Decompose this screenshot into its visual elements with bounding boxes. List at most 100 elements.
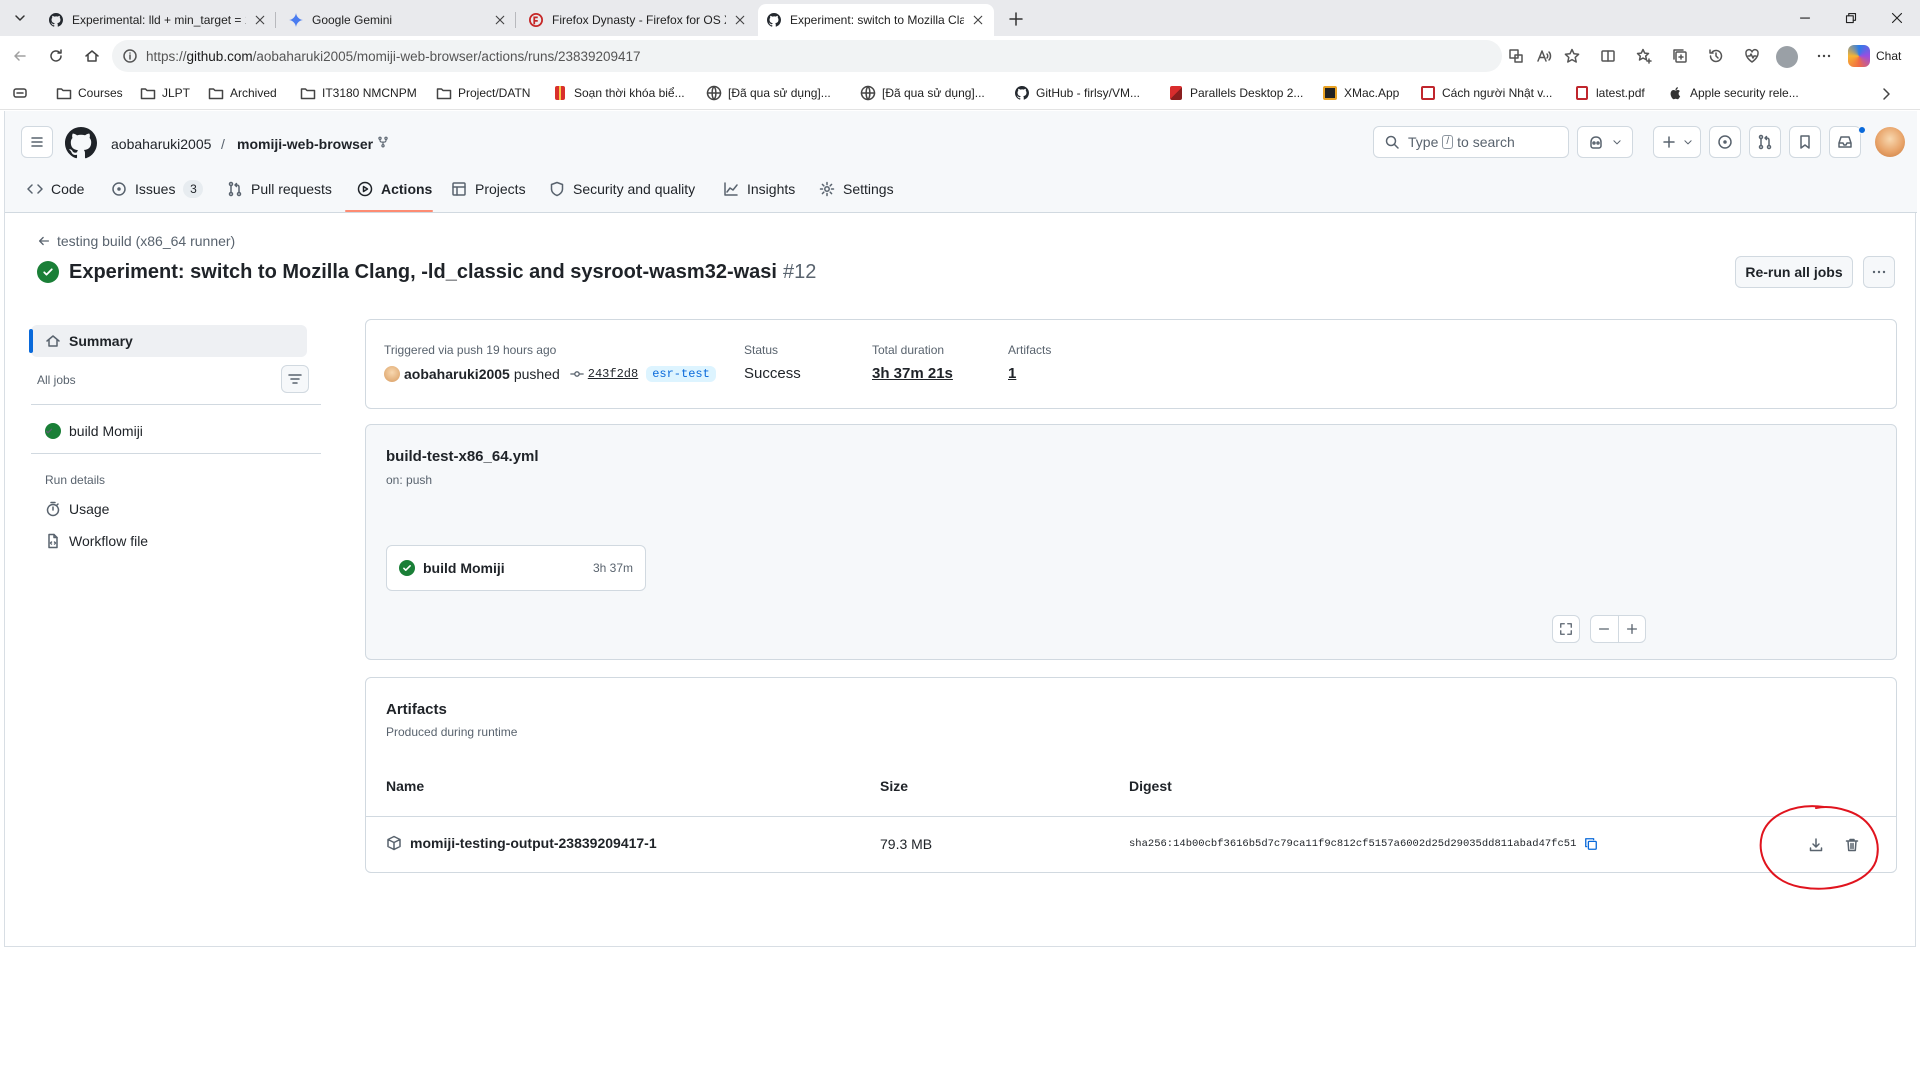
bookmark-link[interactable]: Apple security rele... <box>1668 84 1799 102</box>
commit-sha-link[interactable]: 243f2d8 <box>588 367 638 381</box>
globe-icon <box>706 85 722 101</box>
bookmark-link[interactable]: latest.pdf <box>1574 84 1645 102</box>
copilot-chat-button[interactable]: Chat <box>1848 44 1901 68</box>
favorites-icon[interactable] <box>1632 44 1656 68</box>
bookmark-link[interactable]: GitHub - firlsy/VM... <box>1014 84 1140 102</box>
close-tab-icon[interactable] <box>732 12 748 28</box>
bookmark-red-icon <box>1420 85 1436 101</box>
hamburger-menu-icon[interactable] <box>21 126 53 158</box>
sidebar-usage[interactable]: Usage <box>45 499 109 519</box>
bookmark-link[interactable]: Cách người Nhật v... <box>1420 84 1552 102</box>
bookmark-folder[interactable]: Project/DATN <box>436 84 530 102</box>
job-node-build-momiji[interactable]: build Momiji 3h 37m <box>386 545 646 591</box>
job-node-duration: 3h 37m <box>592 561 633 575</box>
bookmark-link[interactable]: [Đã qua sử dụng]... <box>706 84 831 102</box>
close-tab-icon[interactable] <box>252 12 268 28</box>
copy-icon[interactable] <box>1584 837 1598 851</box>
browser-tab-2[interactable]: Google Gemini <box>280 4 516 36</box>
site-info-icon[interactable] <box>122 48 138 64</box>
search-input[interactable]: Type / to search <box>1373 126 1569 158</box>
address-bar[interactable]: https://github.com/aobaharuki2005/momiji… <box>112 40 1502 72</box>
translate-icon[interactable] <box>1504 44 1528 68</box>
browser-tab-1[interactable]: Experimental: lld + min_target = 1 <box>40 4 276 36</box>
bookmark-label: Soạn thời khóa biể... <box>574 86 685 100</box>
folder-icon <box>208 85 224 101</box>
repo-owner-link[interactable]: aobaharuki2005 <box>111 136 211 152</box>
home-icon[interactable] <box>80 44 104 68</box>
repositories-icon[interactable] <box>1789 126 1821 158</box>
profile-avatar[interactable] <box>1776 46 1798 68</box>
tab-insights[interactable]: Insights <box>723 165 795 213</box>
fullscreen-icon[interactable] <box>1552 615 1580 643</box>
bookmark-folder[interactable]: Courses <box>56 84 123 102</box>
success-check-icon <box>37 261 59 283</box>
success-check-icon <box>45 423 61 439</box>
artifact-name-link[interactable]: momiji-testing-output-23839209417-1 <box>386 835 657 851</box>
filter-icon[interactable] <box>281 365 309 393</box>
bookmarks-menu-icon[interactable] <box>12 84 34 102</box>
bookmarks-overflow-chevron-icon[interactable] <box>1876 84 1896 104</box>
pull-requests-icon[interactable] <box>1749 126 1781 158</box>
collections-icon[interactable] <box>1668 44 1692 68</box>
zoom-in-plus-icon[interactable] <box>1617 616 1646 642</box>
sidebar-job-build-momiji[interactable]: build Momiji <box>45 421 143 441</box>
reload-icon[interactable] <box>44 44 68 68</box>
run-title: Experiment: switch to Mozilla Clang, -ld… <box>37 257 816 287</box>
graph-icon <box>723 181 739 197</box>
bookmark-link[interactable]: [Đã qua sử dụng]... <box>860 84 985 102</box>
bookmark-folder[interactable]: Archived <box>208 84 277 102</box>
bookmark-label: Apple security rele... <box>1690 86 1799 100</box>
user-avatar[interactable] <box>1875 127 1905 157</box>
favorite-star-icon[interactable] <box>1560 44 1584 68</box>
tab-projects[interactable]: Projects <box>451 165 526 213</box>
minimize-window-icon[interactable] <box>1780 0 1830 36</box>
tab-issues[interactable]: Issues 3 <box>111 165 204 213</box>
inbox-icon[interactable] <box>1829 126 1861 158</box>
sidebar-divider <box>31 404 321 405</box>
sidebar-summary[interactable]: Summary <box>31 325 307 357</box>
bookmark-link[interactable]: Soạn thời khóa biể... <box>552 84 685 102</box>
browser-tab-3[interactable]: Firefox Dynasty - Firefox for OS X <box>520 4 756 36</box>
more-actions-icon[interactable] <box>1863 256 1895 288</box>
browser-tab-active[interactable]: Experiment: switch to Mozilla Clang <box>758 4 994 36</box>
tab-code[interactable]: Code <box>27 165 84 213</box>
tab-title: Firefox Dynasty - Firefox for OS X <box>552 13 726 27</box>
push-info: aobaharuki2005 pushed 243f2d8 esr-test <box>384 366 716 382</box>
tab-pull-requests[interactable]: Pull requests <box>227 165 332 213</box>
more-options-icon[interactable] <box>1812 44 1836 68</box>
bookmark-link[interactable]: Parallels Desktop 2... <box>1168 84 1303 102</box>
branch-badge[interactable]: esr-test <box>646 366 716 382</box>
restore-window-icon[interactable] <box>1826 0 1876 36</box>
rerun-all-jobs-button[interactable]: Re-run all jobs <box>1735 256 1853 288</box>
history-icon[interactable] <box>1704 44 1728 68</box>
github-logo-icon[interactable] <box>65 127 97 159</box>
chevron-down-icon <box>1612 137 1622 147</box>
bookmark-folder[interactable]: IT3180 NMCNPM <box>300 84 417 102</box>
split-screen-icon[interactable] <box>1596 44 1620 68</box>
back-arrow-icon[interactable] <box>8 44 32 68</box>
bookmark-folder[interactable]: JLPT <box>140 84 190 102</box>
repo-name-link[interactable]: momiji-web-browser <box>237 136 373 152</box>
artifacts-count-link[interactable]: 1 <box>1008 365 1016 382</box>
github-page: aobaharuki2005 / momiji-web-browser Type… <box>4 111 1917 947</box>
tab-list-chevron-icon[interactable] <box>8 6 32 30</box>
browser-tab-strip: Experimental: lld + min_target = 1 Googl… <box>0 0 1920 36</box>
tab-security-and-quality[interactable]: Security and quality <box>549 165 695 213</box>
read-aloud-icon[interactable] <box>1532 44 1556 68</box>
tab-actions[interactable]: Actions <box>357 165 432 213</box>
new-tab-plus-icon[interactable] <box>1004 8 1028 30</box>
close-tab-icon[interactable] <box>970 12 986 28</box>
zoom-out-minus-icon[interactable] <box>1591 616 1618 642</box>
actor-link[interactable]: aobaharuki2005 <box>404 366 510 382</box>
close-tab-icon[interactable] <box>492 12 508 28</box>
issues-icon[interactable] <box>1709 126 1741 158</box>
bookmark-link[interactable]: XMac.App <box>1322 84 1399 102</box>
tab-settings[interactable]: Settings <box>819 165 894 213</box>
duration-value-link[interactable]: 3h 37m 21s <box>872 365 953 382</box>
close-window-icon[interactable] <box>1872 0 1920 36</box>
sidebar-workflow-file[interactable]: Workflow file <box>45 531 148 551</box>
workflow-back-link[interactable]: testing build (x86_64 runner) <box>37 233 235 249</box>
performance-heart-icon[interactable] <box>1740 44 1764 68</box>
copilot-menu-button[interactable] <box>1577 126 1633 158</box>
create-new-button[interactable] <box>1653 126 1701 158</box>
